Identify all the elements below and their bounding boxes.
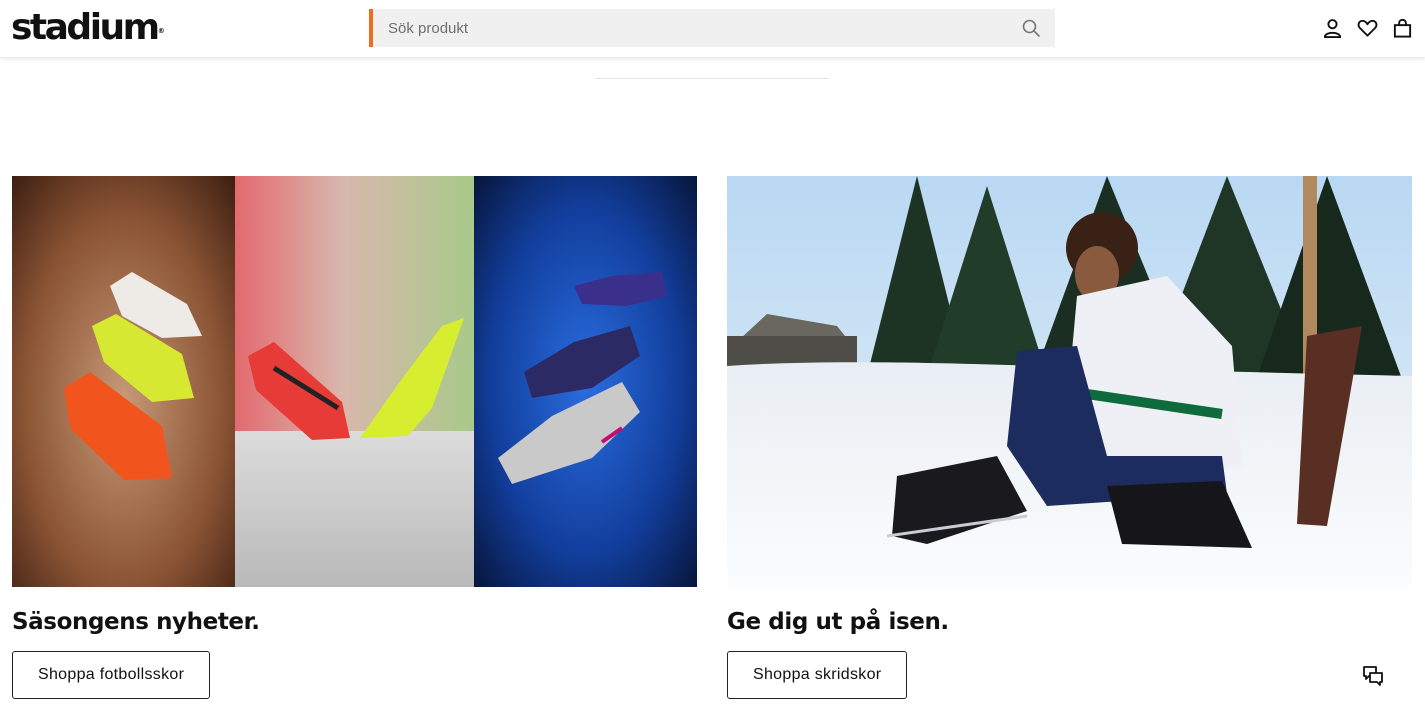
football-boots-image[interactable] — [12, 176, 697, 587]
search-icon[interactable] — [1021, 18, 1041, 38]
shop-football-boots-button[interactable]: Shoppa fotbollsskor — [12, 651, 211, 699]
promo-card-skates: Ge dig ut på isen. Shoppa skridskor — [727, 176, 1412, 699]
search-bar[interactable] — [369, 9, 1055, 47]
header-actions — [1322, 17, 1413, 39]
promo-card-football: Säsongens nyheter. Shoppa fotbollsskor — [12, 176, 697, 699]
bag-icon[interactable] — [1392, 17, 1413, 39]
promo-title: Säsongens nyheter. — [12, 609, 260, 635]
search-input[interactable] — [373, 9, 993, 47]
site-header: stadium ® — [0, 0, 1425, 57]
shop-skates-button[interactable]: Shoppa skridskor — [727, 651, 908, 699]
heart-icon[interactable] — [1357, 17, 1378, 39]
promo-title: Ge dig ut på isen. — [727, 609, 949, 635]
chat-icon[interactable] — [1361, 663, 1385, 687]
account-icon[interactable] — [1322, 17, 1343, 39]
stadium-logo[interactable]: stadium ® — [11, 10, 165, 46]
section-divider — [595, 78, 829, 79]
ice-skating-image[interactable] — [727, 176, 1412, 587]
